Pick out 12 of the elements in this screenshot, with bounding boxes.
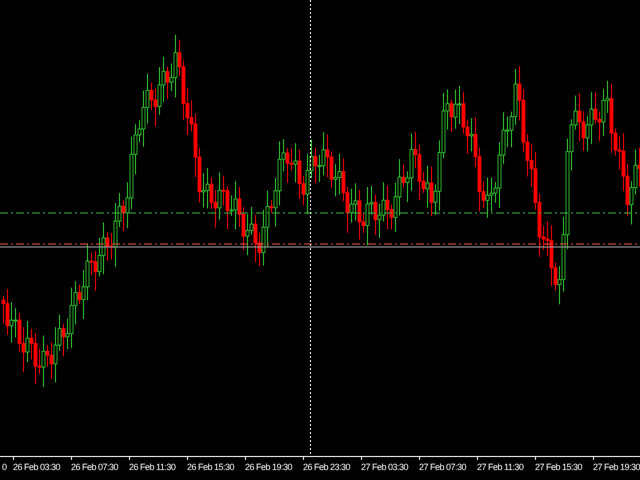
time-label: 27 Feb 07:30 bbox=[418, 461, 468, 474]
time-label: 27 Feb 19:30 bbox=[592, 461, 640, 474]
time-label: 26 Feb 23:30 bbox=[302, 461, 352, 474]
time-label: 0 bbox=[1, 461, 8, 474]
time-label: 26 Feb 07:30 bbox=[70, 461, 120, 474]
time-label: 26 Feb 19:30 bbox=[244, 461, 294, 474]
time-label: 26 Feb 15:30 bbox=[186, 461, 236, 474]
time-label: 26 Feb 11:30 bbox=[128, 461, 176, 474]
time-label: 27 Feb 15:30 bbox=[534, 461, 584, 474]
time-label: 26 Feb 03:30 bbox=[12, 461, 62, 474]
time-label: 27 Feb 03:30 bbox=[360, 461, 410, 474]
time-label: 27 Feb 11:30 bbox=[476, 461, 524, 474]
